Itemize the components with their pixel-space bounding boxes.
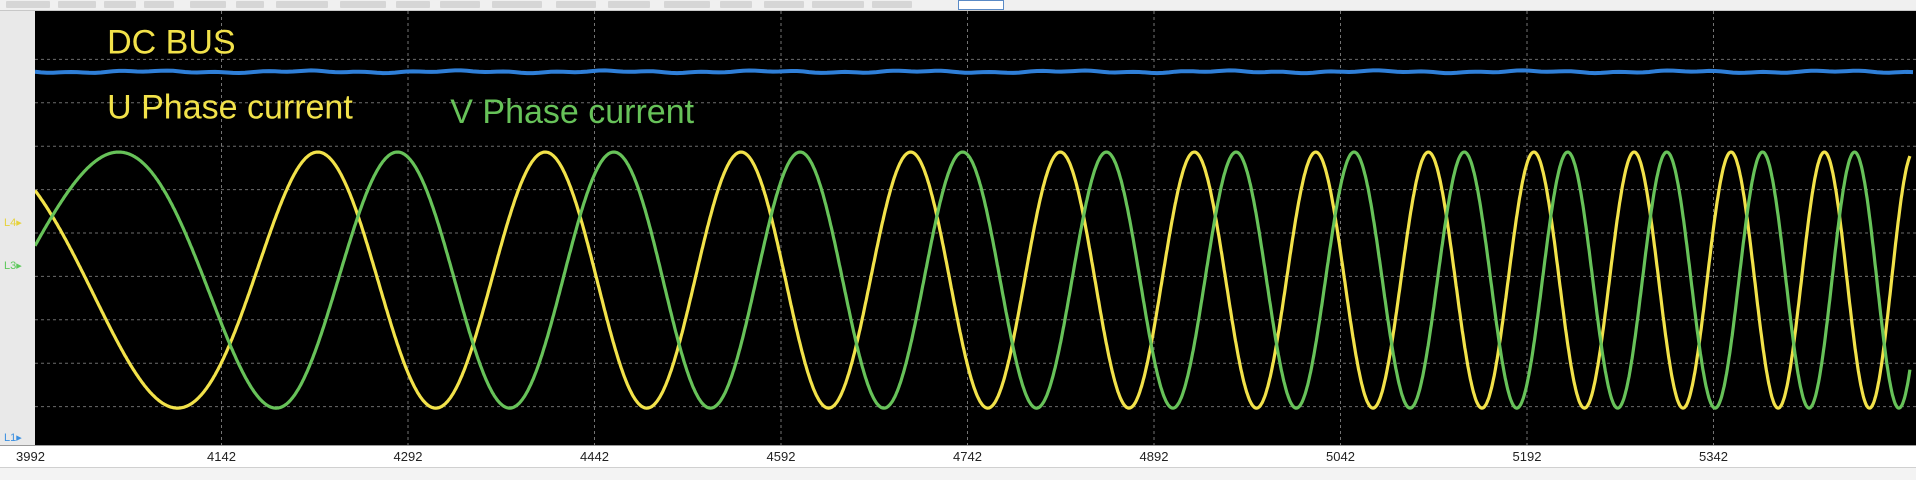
toolbar-button[interactable] bbox=[104, 1, 136, 8]
toolbar-button[interactable] bbox=[764, 1, 804, 8]
oscilloscope-plot: DC BUS U Phase current V Phase current bbox=[35, 11, 1916, 445]
series-annotation: V Phase current bbox=[450, 93, 694, 131]
x-tick-label: 4892 bbox=[1139, 449, 1169, 464]
status-strip bbox=[0, 467, 1916, 480]
x-tick-label: 3992 bbox=[16, 449, 45, 464]
x-tick-label: 4592 bbox=[766, 449, 796, 464]
channel-lane-strip: L4▸ L3▸ L1▸ bbox=[0, 11, 36, 445]
plot-canvas: DC BUS U Phase current V Phase current bbox=[35, 11, 1916, 445]
x-tick-label: 5042 bbox=[1326, 449, 1355, 464]
toolbar-button[interactable] bbox=[340, 1, 386, 8]
toolbar-button[interactable] bbox=[664, 1, 710, 8]
toolbar-button[interactable] bbox=[872, 1, 912, 8]
series-line-dc-bus bbox=[35, 68, 1914, 76]
toolbar-dropdown[interactable] bbox=[958, 0, 1004, 10]
toolbar-button[interactable] bbox=[608, 1, 650, 8]
toolbar-button[interactable] bbox=[6, 1, 50, 8]
toolbar-button[interactable] bbox=[720, 1, 752, 8]
lane-marker-l4[interactable]: L4▸ bbox=[4, 216, 22, 229]
toolbar-button[interactable] bbox=[440, 1, 480, 8]
grid bbox=[35, 11, 1916, 445]
x-tick-label: 4142 bbox=[207, 449, 236, 464]
toolbar-button[interactable] bbox=[812, 1, 864, 8]
x-tick-label: 5192 bbox=[1512, 449, 1542, 464]
toolbar-button[interactable] bbox=[556, 1, 596, 8]
lane-marker-l1[interactable]: L1▸ bbox=[4, 431, 22, 444]
toolbar-button[interactable] bbox=[236, 1, 264, 8]
lane-marker-l3[interactable]: L3▸ bbox=[4, 259, 22, 272]
x-tick-label: 4292 bbox=[393, 449, 423, 464]
toolbar-button[interactable] bbox=[144, 1, 174, 8]
toolbar-button[interactable] bbox=[58, 1, 96, 8]
x-tick-label: 5342 bbox=[1699, 449, 1728, 464]
series-line-v-phase-current bbox=[35, 150, 1912, 410]
x-tick-label: 4442 bbox=[580, 449, 609, 464]
toolbar-button[interactable] bbox=[276, 1, 328, 8]
toolbar bbox=[0, 0, 1916, 11]
toolbar-button[interactable] bbox=[190, 1, 226, 8]
x-tick-label: 4742 bbox=[953, 449, 982, 464]
x-axis: 3992 4142 4292 4442 4592 4742 4892 5042 5192 5342 bbox=[0, 445, 1916, 468]
series-annotation: DC BUS bbox=[107, 23, 235, 61]
toolbar-button[interactable] bbox=[492, 1, 542, 8]
series-annotation: U Phase current bbox=[107, 88, 353, 126]
toolbar-button[interactable] bbox=[396, 1, 430, 8]
